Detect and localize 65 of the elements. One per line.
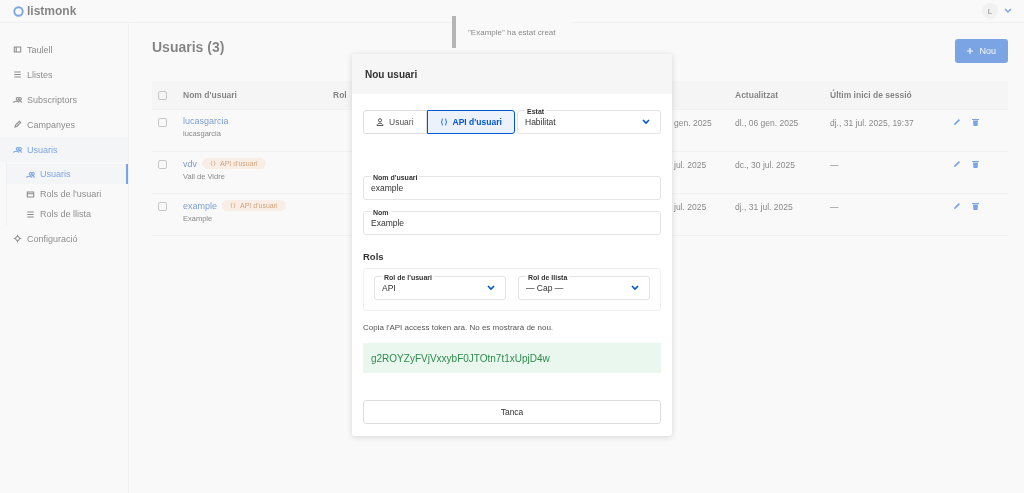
checkbox[interactable] [158, 202, 167, 211]
sidebar-item[interactable]: Subscriptors [0, 87, 128, 112]
table-cell-text: dl., 06 gen. 2025 [735, 117, 800, 128]
chevron-down-icon [642, 119, 650, 125]
trash-icon[interactable] [972, 202, 979, 210]
checkbox[interactable] [158, 90, 167, 100]
sidebar-subitem[interactable]: Rols de llista [7, 204, 128, 224]
table-cell-text: dc., 30 jul. 2025 [735, 159, 796, 170]
trash-icon[interactable] [972, 160, 979, 168]
token-notice: Copia l'API access token ara. No es mostrarà de nou. [363, 323, 555, 332]
table-cell-text: jul. 2025 [674, 159, 708, 170]
braces-icon [230, 202, 237, 209]
chevron-down-icon [487, 285, 495, 291]
person-icon [376, 118, 384, 126]
user-type-toggle[interactable]: API d'usuari [426, 110, 515, 134]
dialog-title: Nou usuari [365, 68, 418, 80]
trash-icon[interactable] [972, 118, 979, 126]
chevron-down-icon[interactable] [1004, 8, 1012, 14]
toast-notification: "Example" ha estat creat [452, 16, 572, 48]
table-cell-text: dj., 31 jul. 2025, 19:37 [830, 117, 915, 128]
menu-item-icon [13, 70, 22, 79]
table-cell-text: — [830, 159, 840, 170]
sidebar-item[interactable]: Taulell [0, 37, 128, 62]
sidebar-item[interactable]: Usuaris [0, 137, 128, 162]
table-cell-text: dj., 31 jul. 2025 [735, 201, 794, 212]
user-link[interactable]: vdv [183, 158, 197, 169]
user-link[interactable]: lucasgarcia [183, 116, 229, 126]
column-header[interactable]: Nom d'usuari [183, 90, 333, 100]
checkbox[interactable] [158, 160, 167, 169]
section-title: Rols [363, 251, 385, 262]
ring-logo-icon [13, 5, 24, 17]
user-avatar[interactable]: L [982, 3, 998, 19]
table-cell-text: gen. 2025 [674, 117, 713, 128]
menu-item-icon [26, 189, 35, 199]
braces-icon [210, 160, 216, 167]
app-logo[interactable]: listmonk [27, 4, 77, 18]
table-cell-text: — [830, 201, 840, 212]
menu-item-icon [13, 145, 22, 154]
menu-item-icon [26, 209, 35, 219]
sidebar-item[interactable]: Configuració [0, 226, 128, 251]
menu-item-icon [13, 234, 22, 243]
menu-item-icon [13, 95, 22, 104]
pencil-icon[interactable] [953, 118, 961, 126]
user-type-toggle[interactable]: Usuari [363, 110, 427, 134]
table-cell-text: jul. 2025 [674, 201, 708, 212]
column-header[interactable]: Actualitzat [735, 90, 830, 100]
plus-icon [967, 48, 974, 54]
sidebar-subitem[interactable]: Rols de l'usuari [7, 184, 128, 204]
chevron-down-icon [631, 285, 639, 291]
sidebar-subitem[interactable]: Usuaris [7, 164, 128, 184]
pencil-icon[interactable] [953, 160, 961, 168]
close-button[interactable]: Tanca [363, 400, 661, 424]
column-header[interactable]: Últim inici de sessió [830, 90, 953, 100]
braces-icon [439, 118, 448, 126]
sidebar-item[interactable]: Campanyes [0, 112, 128, 137]
new-button[interactable]: Nou [955, 39, 1008, 63]
menu-item-icon [26, 169, 35, 179]
checkbox[interactable] [158, 118, 167, 127]
sidebar-item[interactable]: Llistes [0, 62, 128, 87]
pencil-icon[interactable] [953, 202, 961, 210]
menu-item-icon [13, 45, 22, 54]
api-token: g2ROYZyFVjVxxybF0JTOtn7t1xUpjD4w [363, 343, 661, 373]
page-title: Usuaris (3) [152, 39, 225, 55]
user-link[interactable]: example [183, 200, 218, 211]
menu-item-icon [13, 120, 22, 129]
